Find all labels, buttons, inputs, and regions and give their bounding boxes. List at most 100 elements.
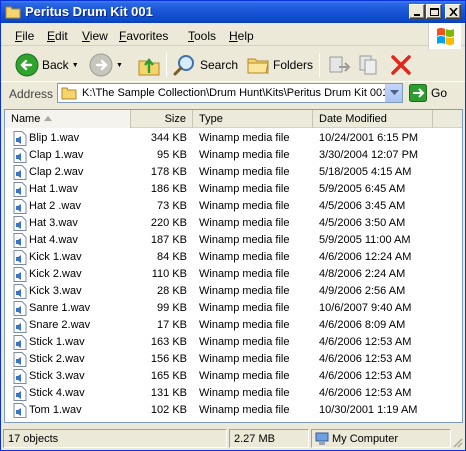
folder-up-icon bbox=[138, 58, 160, 76]
status-location-label: My Computer bbox=[332, 433, 399, 445]
file-size: 99 KB bbox=[157, 302, 187, 314]
my-computer-icon bbox=[315, 432, 329, 449]
file-row[interactable]: Stick 2.wav 156 KB Winamp media file 4/6/20… bbox=[5, 351, 462, 368]
file-date-modified: 10/30/2001 1:19 AM bbox=[319, 404, 418, 416]
file-row[interactable]: Clap 1.wav 95 KB Winamp media file 3/30/200… bbox=[5, 147, 462, 164]
address-label: Address bbox=[9, 87, 54, 101]
chevron-down-icon bbox=[390, 90, 399, 95]
file-size: 131 KB bbox=[150, 387, 187, 399]
file-type: Winamp media file bbox=[199, 132, 290, 144]
forward-button[interactable]: ▼ bbox=[89, 51, 123, 79]
go-label: Go bbox=[431, 86, 448, 100]
menu-edit[interactable]: Edit bbox=[47, 29, 68, 43]
file-name: Stick 1.wav bbox=[29, 336, 85, 348]
file-name: Snare 2.wav bbox=[29, 319, 91, 331]
column-date-modified[interactable]: Date Modified bbox=[313, 110, 433, 128]
file-size: 163 KB bbox=[150, 336, 187, 348]
status-object-count: 17 objects bbox=[3, 429, 227, 448]
address-path: K:\The Sample Collection\Drum Hunt\Kits\… bbox=[82, 87, 389, 99]
forward-dropdown-icon[interactable]: ▼ bbox=[116, 62, 123, 69]
move-to-button[interactable] bbox=[327, 51, 351, 79]
explorer-window: Peritus Drum Kit 001 File Edit View Favo… bbox=[0, 0, 466, 451]
file-size: 344 KB bbox=[150, 132, 187, 144]
column-size[interactable]: Size bbox=[131, 110, 193, 128]
file-name: Hat 1.wav bbox=[29, 183, 78, 195]
file-row[interactable]: Stick 4.wav 131 KB Winamp media file 4/6/20… bbox=[5, 385, 462, 402]
back-label: Back bbox=[42, 58, 69, 72]
file-row[interactable]: Snare 2.wav 17 KB Winamp media file 4/6/200… bbox=[5, 317, 462, 334]
file-date-modified: 10/6/2007 9:40 AM bbox=[319, 302, 412, 314]
minimize-button[interactable] bbox=[409, 4, 425, 19]
file-type: Winamp media file bbox=[199, 234, 290, 246]
menu-file[interactable]: File bbox=[15, 29, 34, 43]
go-button[interactable]: Go bbox=[409, 84, 447, 102]
file-name: Hat 3.wav bbox=[29, 217, 78, 229]
file-name: Kick 2.wav bbox=[29, 268, 82, 280]
file-date-modified: 4/8/2006 2:24 AM bbox=[319, 268, 406, 280]
file-row[interactable]: Kick 1.wav 84 KB Winamp media file 4/6/2006… bbox=[5, 249, 462, 266]
move-to-icon bbox=[329, 56, 351, 73]
up-button[interactable] bbox=[137, 51, 161, 79]
file-row[interactable]: Kick 2.wav 110 KB Winamp media file 4/8/200… bbox=[5, 266, 462, 283]
file-row[interactable]: Hat 2 .wav 73 KB Winamp media file 4/5/2006… bbox=[5, 198, 462, 215]
search-icon bbox=[173, 55, 194, 76]
menu-tools[interactable]: Tools bbox=[188, 29, 216, 43]
file-size: 110 KB bbox=[151, 268, 187, 280]
maximize-button[interactable] bbox=[426, 4, 442, 19]
close-button[interactable] bbox=[445, 4, 461, 19]
address-dropdown-button[interactable] bbox=[385, 84, 402, 102]
file-name: Hat 2 .wav bbox=[29, 200, 81, 212]
file-size: 102 KB bbox=[150, 404, 187, 416]
file-type: Winamp media file bbox=[199, 370, 290, 382]
column-name[interactable]: Name bbox=[5, 110, 131, 128]
file-row[interactable]: Tom 1.wav 102 KB Winamp media file 10/30/20… bbox=[5, 402, 462, 419]
status-location: My Computer bbox=[311, 429, 451, 448]
file-row[interactable]: Blip 1.wav 344 KB Winamp media file 10/24/2… bbox=[5, 130, 462, 147]
column-type[interactable]: Type bbox=[193, 110, 313, 128]
close-icon bbox=[449, 8, 458, 16]
file-date-modified: 3/30/2004 12:07 PM bbox=[319, 149, 419, 161]
copy-to-icon bbox=[359, 55, 377, 75]
back-button[interactable]: Back ▼ bbox=[15, 51, 79, 79]
toolbar-separator bbox=[166, 53, 167, 77]
file-row[interactable]: Sanre 1.wav 99 KB Winamp media file 10/6/20… bbox=[5, 300, 462, 317]
file-date-modified: 4/5/2006 3:45 AM bbox=[319, 200, 406, 212]
file-date-modified: 5/9/2005 6:45 AM bbox=[319, 183, 406, 195]
file-type: Winamp media file bbox=[199, 319, 290, 331]
address-input[interactable]: K:\The Sample Collection\Drum Hunt\Kits\… bbox=[57, 83, 403, 103]
resize-grip-icon[interactable] bbox=[451, 436, 463, 448]
file-date-modified: 5/9/2005 11:00 AM bbox=[319, 234, 411, 246]
file-type: Winamp media file bbox=[199, 217, 290, 229]
file-row[interactable]: Stick 3.wav 165 KB Winamp media file 4/6/20… bbox=[5, 368, 462, 385]
file-row[interactable]: Hat 1.wav 186 KB Winamp media file 5/9/2005… bbox=[5, 181, 462, 198]
file-size: 28 KB bbox=[157, 285, 187, 297]
file-row[interactable]: Stick 1.wav 163 KB Winamp media file 4/6/20… bbox=[5, 334, 462, 351]
file-name: Clap 2.wav bbox=[29, 166, 84, 178]
file-date-modified: 4/6/2006 8:09 AM bbox=[319, 319, 406, 331]
file-date-modified: 5/18/2005 4:15 AM bbox=[319, 166, 412, 178]
column-name-label: Name bbox=[11, 113, 41, 125]
delete-button[interactable] bbox=[389, 51, 413, 79]
file-size: 73 KB bbox=[157, 200, 187, 212]
file-name: Hat 4.wav bbox=[29, 234, 78, 246]
back-dropdown-icon[interactable]: ▼ bbox=[72, 62, 79, 69]
file-row[interactable]: Clap 2.wav 178 KB Winamp media file 5/18/20… bbox=[5, 164, 462, 181]
menu-help[interactable]: Help bbox=[229, 29, 254, 43]
file-row[interactable]: Hat 4.wav 187 KB Winamp media file 5/9/2005… bbox=[5, 232, 462, 249]
search-button[interactable]: Search bbox=[173, 51, 238, 79]
file-row[interactable]: Hat 3.wav 220 KB Winamp media file 4/5/2006… bbox=[5, 215, 462, 232]
file-list[interactable]: Name Size Type Date Modified Blip 1.wav 3… bbox=[4, 109, 463, 423]
file-name: Clap 1.wav bbox=[29, 149, 84, 161]
file-date-modified: 4/9/2006 2:56 AM bbox=[319, 285, 406, 297]
file-type: Winamp media file bbox=[199, 200, 290, 212]
copy-to-button[interactable] bbox=[357, 51, 381, 79]
title-bar[interactable]: Peritus Drum Kit 001 bbox=[1, 1, 465, 23]
folders-button[interactable]: Folders bbox=[246, 51, 313, 79]
back-arrow-icon bbox=[15, 53, 39, 77]
file-type: Winamp media file bbox=[199, 387, 290, 399]
menu-view[interactable]: View bbox=[82, 29, 108, 43]
sort-ascending-icon bbox=[44, 116, 52, 121]
file-row[interactable]: Kick 3.wav 28 KB Winamp media file 4/9/2006… bbox=[5, 283, 462, 300]
go-arrow-icon bbox=[409, 84, 427, 102]
menu-favorites[interactable]: Favorites bbox=[119, 29, 168, 43]
